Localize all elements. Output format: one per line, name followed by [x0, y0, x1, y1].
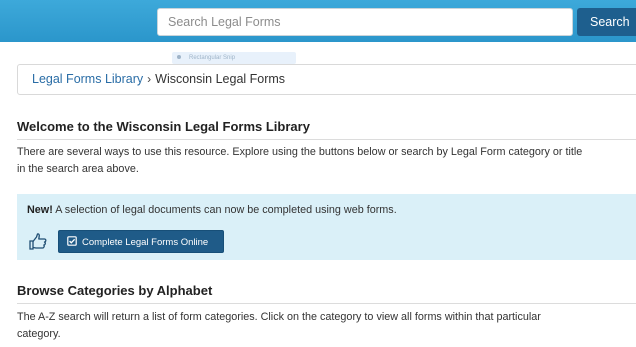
browse-paragraph: The A-Z search will return a list of for…: [17, 309, 636, 343]
welcome-heading: Welcome to the Wisconsin Legal Forms Lib…: [17, 119, 636, 140]
snip-tool-icon: [177, 55, 181, 60]
breadcrumb-current-page: Wisconsin Legal Forms: [155, 72, 286, 86]
breadcrumb-separator-icon: ›: [147, 72, 152, 86]
browse-heading: Browse Categories by Alphabet: [17, 283, 636, 304]
web-forms-promo-box: New! A selection of legal documents can …: [17, 194, 636, 260]
welcome-text-line-2: in the search area above.: [17, 163, 139, 175]
snip-tool-label: Rectangular Snip: [189, 55, 236, 61]
complete-legal-forms-online-button[interactable]: Complete Legal Forms Online: [58, 230, 224, 253]
breadcrumb-link-legal-forms-library[interactable]: Legal Forms Library: [32, 72, 143, 86]
promo-new-label: New!: [27, 204, 53, 216]
header-bar: Search: [0, 0, 636, 42]
welcome-text-line-1: There are several ways to use this resou…: [17, 146, 583, 158]
search-button[interactable]: Search: [577, 8, 636, 36]
complete-button-label: Complete Legal Forms Online: [82, 236, 209, 248]
check-square-icon: [67, 235, 77, 246]
promo-text: New! A selection of legal documents can …: [27, 204, 397, 216]
browse-text-line-1: The A-Z search will return a list of for…: [17, 311, 541, 323]
breadcrumb: Legal Forms Library › Wisconsin Legal Form…: [17, 64, 636, 95]
promo-description: A selection of legal documents can now b…: [52, 204, 397, 216]
browse-text-line-2: category.: [17, 328, 61, 340]
welcome-paragraph: There are several ways to use this resou…: [17, 144, 636, 178]
hand-pointing-right-icon: [29, 233, 47, 250]
search-input[interactable]: [157, 8, 573, 36]
snip-tool-overlay: Rectangular Snip: [172, 52, 296, 64]
